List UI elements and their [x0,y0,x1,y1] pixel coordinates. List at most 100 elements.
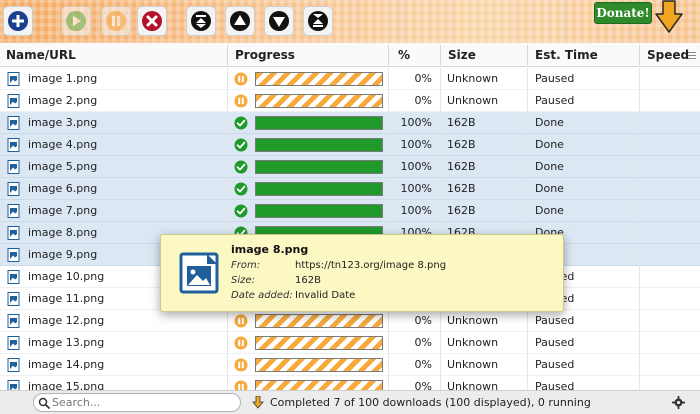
row-percent: 100% [400,160,432,173]
move-down-button[interactable] [264,6,294,36]
progress-fill [256,337,382,349]
row-filename: image 2.png [28,94,98,107]
row-column-separator [227,332,228,354]
row-size: Unknown [447,380,499,390]
row-size: 162B [447,182,476,195]
row-column-separator [388,332,389,354]
row-column-separator [527,376,528,390]
image-file-icon [7,358,20,372]
pause-status-icon [234,380,248,390]
row-column-separator [388,112,389,134]
download-row[interactable]: image 5.png 100% 162B Done [0,156,700,178]
download-row[interactable]: image 4.png 100% 162B Done [0,134,700,156]
download-row[interactable]: image 2.png 0% Unknown Paused [0,90,700,112]
row-column-separator [227,90,228,112]
row-column-separator [639,156,640,178]
row-percent: 0% [414,380,432,390]
move-to-top-button[interactable] [186,6,216,36]
progress-bar [255,204,383,218]
checkmark-icon [234,204,248,218]
column-percent[interactable]: % [392,43,410,67]
checkmark-icon [234,182,248,196]
row-column-separator [639,222,640,244]
row-column-separator [527,178,528,200]
row-column-separator [227,376,228,390]
row-percent: 100% [400,204,432,217]
row-filename: image 14.png [28,358,105,371]
move-up-button[interactable] [225,6,255,36]
progress-fill [256,161,382,173]
row-column-separator [639,112,640,134]
search-input[interactable] [52,395,232,410]
image-file-icon [7,204,20,218]
row-est-time: Paused [535,336,575,349]
download-tooltip: image 8.png From: https://tn123.org/imag… [160,234,564,312]
row-column-separator [639,68,640,90]
column-header: Name/URL Progress % Size Est. Time Speed [0,43,700,67]
download-row[interactable]: image 13.png 0% Unknown Paused [0,332,700,354]
download-row[interactable]: image 7.png 100% 162B Done [0,200,700,222]
play-icon [66,11,86,31]
image-file-icon [7,380,20,390]
tooltip-size-label: Size: [231,275,255,286]
donate-button[interactable]: Donate! [594,2,652,24]
pause-button[interactable] [101,6,131,36]
progress-bar [255,358,383,372]
column-size[interactable]: Size [442,43,476,67]
row-percent: 0% [414,72,432,85]
progress-bar [255,380,383,390]
row-column-separator [440,376,441,390]
image-file-icon [179,252,219,294]
tooltip-from-value: https://tn123.org/image 8.png [295,260,447,271]
column-picker-icon[interactable] [688,52,696,59]
plus-icon [8,11,28,31]
download-row[interactable]: image 14.png 0% Unknown Paused [0,354,700,376]
pause-status-icon [234,94,248,108]
row-column-separator [527,310,528,332]
row-column-separator [639,134,640,156]
column-est-time[interactable]: Est. Time [529,43,598,67]
row-column-separator [388,376,389,390]
row-column-separator [639,200,640,222]
row-filename: image 13.png [28,336,105,349]
row-column-separator [227,310,228,332]
add-download-button[interactable] [3,6,33,36]
image-file-icon [7,116,20,130]
download-row[interactable]: image 3.png 100% 162B Done [0,112,700,134]
download-row[interactable]: image 12.png 0% Unknown Paused [0,310,700,332]
cancel-button[interactable] [137,6,167,36]
download-row[interactable]: image 1.png 0% Unknown Paused [0,68,700,90]
search-box[interactable] [33,393,241,412]
download-row[interactable]: image 15.png 0% Unknown Paused [0,376,700,390]
row-column-separator [639,244,640,266]
row-column-separator [388,178,389,200]
resume-button[interactable] [61,6,91,36]
column-name[interactable]: Name/URL [0,43,76,67]
progress-fill [256,73,382,85]
row-column-separator [527,90,528,112]
gear-icon[interactable] [672,396,685,409]
row-percent: 100% [400,116,432,129]
tooltip-date-label: Date added: [231,290,293,301]
move-to-bottom-button[interactable] [303,6,333,36]
row-size: 162B [447,160,476,173]
row-percent: 0% [414,336,432,349]
checkmark-icon [234,160,248,174]
column-speed[interactable]: Speed [641,43,689,67]
image-file-icon [7,314,20,328]
pause-status-icon [234,314,248,328]
row-column-separator [440,68,441,90]
checkmark-icon [234,116,248,130]
image-file-icon [7,270,20,284]
progress-fill [256,117,382,129]
column-progress[interactable]: Progress [229,43,295,67]
progress-bar [255,160,383,174]
row-column-separator [639,266,640,288]
downloads-list[interactable]: image 1.png 0% Unknown Paused image 2.png 0% U… [0,68,700,390]
row-est-time: Done [535,116,564,129]
download-status-icon [252,396,264,409]
row-filename: image 6.png [28,182,98,195]
row-column-separator [527,68,528,90]
download-row[interactable]: image 6.png 100% 162B Done [0,178,700,200]
row-est-time: Paused [535,358,575,371]
